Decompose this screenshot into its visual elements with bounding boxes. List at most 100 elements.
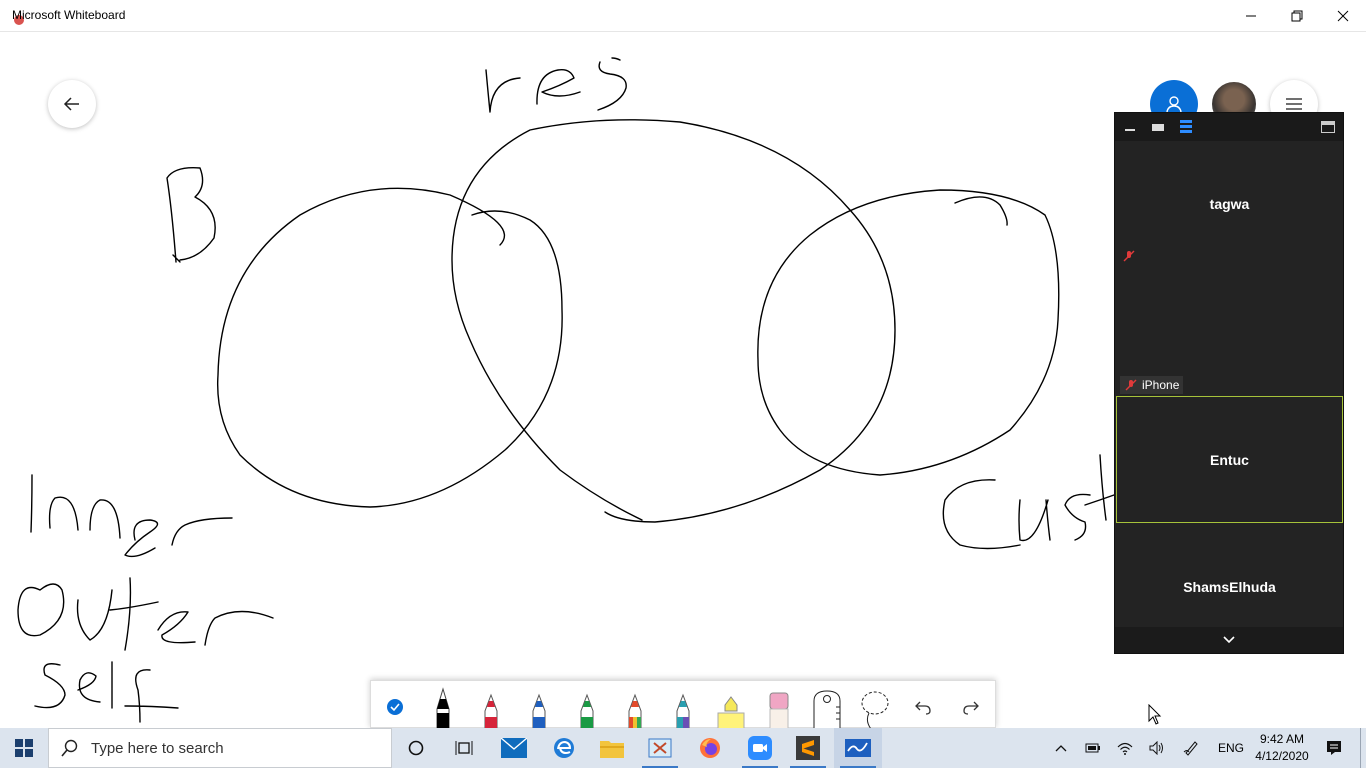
clock-date[interactable]: 4/12/2020	[1254, 749, 1310, 763]
search-placeholder: Type here to search	[91, 739, 224, 757]
gallery-view-icon	[1180, 120, 1192, 133]
clock-time[interactable]: 9:42 AM	[1258, 732, 1306, 746]
firefox-icon	[700, 738, 720, 758]
close-icon	[1337, 10, 1349, 22]
search-icon	[61, 739, 78, 757]
black-pen-tool[interactable]	[423, 685, 463, 729]
single-view-icon	[1152, 124, 1164, 131]
participant-tile-active-speaker[interactable]: Entuc	[1116, 396, 1343, 523]
edge-browser-icon	[554, 738, 574, 758]
battery-icon	[1085, 743, 1100, 753]
green-pen-icon	[580, 693, 594, 729]
redo-button[interactable]	[951, 685, 991, 729]
back-button[interactable]	[48, 80, 96, 128]
add-person-icon	[1166, 96, 1182, 113]
restore-button[interactable]	[1274, 0, 1320, 32]
windows-logo-icon	[15, 739, 33, 757]
exit-panel-button[interactable]	[1321, 120, 1335, 134]
muted-mic-icon	[1125, 379, 1137, 391]
participant-device-label: iPhone	[1142, 378, 1180, 392]
start-button[interactable]	[0, 728, 48, 768]
sublime-text-icon	[796, 736, 820, 760]
taskbar-search-box[interactable]: Type here to search	[48, 728, 392, 768]
highlighter-icon	[717, 696, 745, 729]
whiteboard-app-icon	[845, 739, 871, 757]
close-button[interactable]	[1320, 0, 1366, 32]
taskbar-edge[interactable]	[540, 728, 588, 768]
ink-toolbar	[370, 680, 996, 729]
taskbar-sublime-text[interactable]	[784, 728, 832, 768]
muted-mic-icon	[1123, 250, 1135, 262]
ruler-icon	[813, 690, 841, 729]
red-pen-icon	[484, 693, 498, 729]
cortana-icon	[408, 740, 424, 756]
gallery-video-button[interactable]	[1179, 120, 1193, 134]
input-language[interactable]: ENG	[1218, 741, 1244, 755]
participant-tile[interactable]: ShamsElhuda	[1116, 524, 1343, 629]
task-view-button[interactable]	[440, 728, 488, 768]
black-pen-icon	[436, 687, 450, 729]
minimize-button[interactable]	[1228, 0, 1274, 32]
scroll-down-button[interactable]	[1115, 627, 1343, 653]
network-status[interactable]	[1110, 728, 1140, 768]
meeting-participants-panel: tagwa iPhone Entuc ShamsElhuda	[1114, 112, 1344, 654]
minimize-icon	[1125, 129, 1135, 131]
participant-tile[interactable]: tagwa	[1116, 141, 1343, 267]
ink-select-toggle[interactable]	[375, 685, 415, 729]
taskbar-firefox[interactable]	[686, 728, 734, 768]
pen-icon	[1183, 741, 1198, 756]
taskbar-file-explorer[interactable]	[588, 728, 636, 768]
speaker-icon	[1149, 741, 1163, 755]
taskbar-whiteboard[interactable]	[834, 728, 882, 768]
participant-name: Entuc	[1210, 452, 1249, 468]
window-title: Microsoft Whiteboard	[12, 8, 126, 22]
zoom-icon	[748, 736, 772, 760]
rainbow-pen-tool[interactable]	[615, 685, 655, 729]
chevron-up-icon	[1055, 745, 1067, 752]
hamburger-icon	[1286, 98, 1302, 110]
eraser-icon	[769, 692, 789, 729]
lasso-tool[interactable]	[855, 685, 895, 729]
chevron-down-icon	[1223, 636, 1235, 644]
task-view-icon	[455, 741, 473, 755]
highlighter-tool[interactable]	[711, 685, 751, 729]
notification-icon	[1327, 741, 1341, 755]
action-center-button[interactable]	[1318, 728, 1350, 768]
galaxy-pen-icon	[676, 693, 690, 729]
undo-button[interactable]	[903, 685, 943, 729]
undo-icon	[915, 701, 931, 715]
participant-name: tagwa	[1209, 196, 1250, 212]
mail-icon	[501, 738, 527, 758]
restore-icon	[1291, 10, 1303, 22]
wifi-icon	[1117, 742, 1133, 755]
panel-header	[1115, 113, 1343, 141]
blue-pen-tool[interactable]	[519, 685, 559, 729]
show-desktop-divider[interactable]	[1360, 728, 1361, 768]
participant-tile[interactable]: iPhone	[1116, 268, 1343, 395]
arrow-left-icon	[63, 97, 79, 111]
red-pen-tool[interactable]	[471, 685, 511, 729]
cortana-button[interactable]	[392, 728, 440, 768]
pen-workspace-button[interactable]	[1176, 728, 1206, 768]
volume-control[interactable]	[1142, 728, 1172, 768]
mouse-cursor-icon	[1148, 704, 1162, 725]
minimize-icon	[1246, 15, 1256, 17]
snip-sketch-icon	[648, 738, 672, 758]
eraser-tool[interactable]	[759, 685, 799, 729]
rainbow-pen-icon	[628, 693, 642, 729]
whiteboard-app: Microsoft Whiteboard tagwa iPhone Entuc …	[0, 0, 1366, 768]
folder-icon	[600, 741, 624, 758]
galaxy-pen-tool[interactable]	[663, 685, 703, 729]
battery-status[interactable]	[1078, 728, 1108, 768]
windows-taskbar: Type here to search ENG 9:42 AM 4/12/202…	[0, 728, 1366, 768]
show-hidden-icons-button[interactable]	[1046, 728, 1076, 768]
taskbar-zoom[interactable]	[736, 728, 784, 768]
green-pen-tool[interactable]	[567, 685, 607, 729]
ruler-tool[interactable]	[807, 685, 847, 729]
single-video-button[interactable]	[1151, 120, 1165, 134]
minimize-video-button[interactable]	[1123, 120, 1137, 134]
checkmark-circle-icon	[387, 699, 403, 715]
participant-name: ShamsElhuda	[1183, 579, 1276, 595]
taskbar-snipping-tool[interactable]	[636, 728, 684, 768]
taskbar-mail[interactable]	[490, 728, 538, 768]
